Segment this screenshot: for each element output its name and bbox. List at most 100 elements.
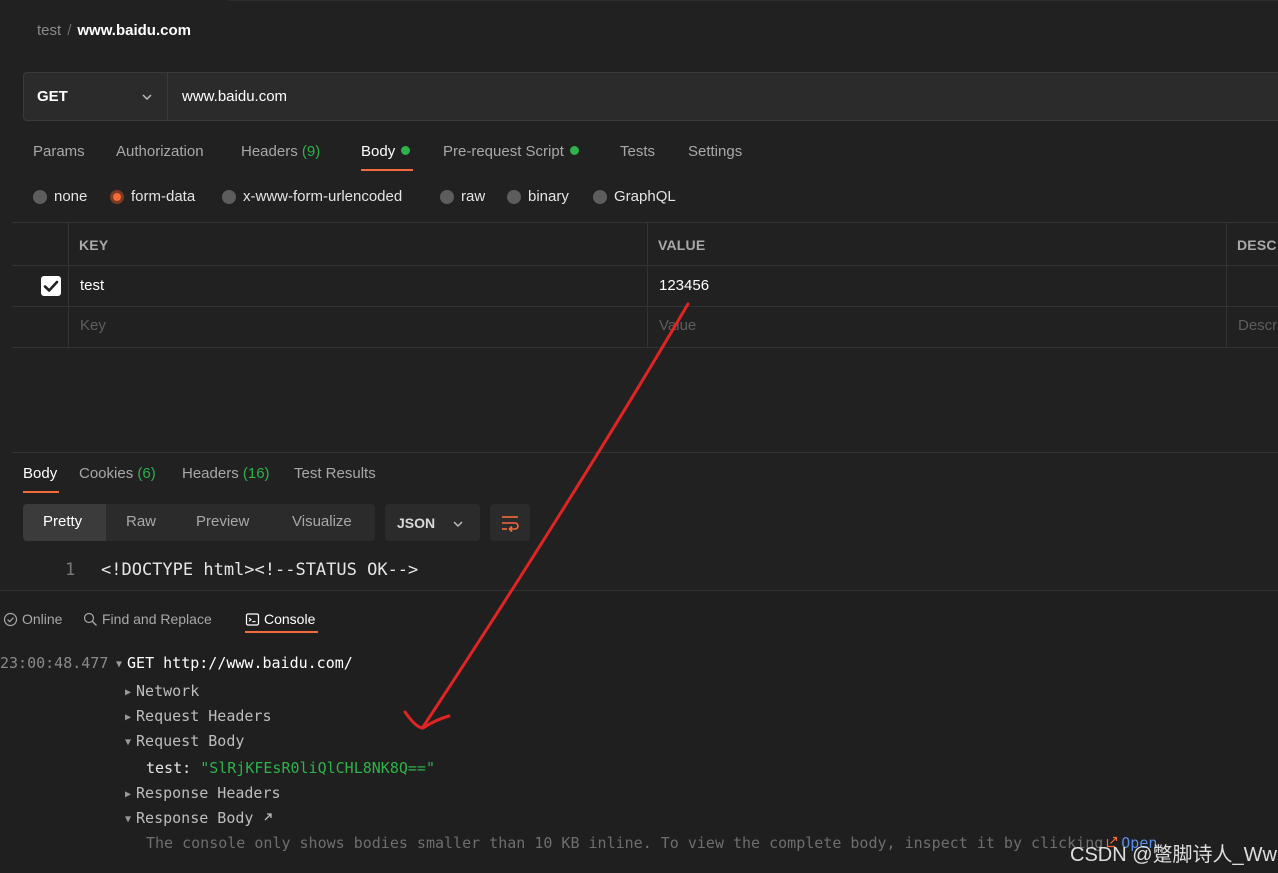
url-bar: GET <box>23 72 1278 121</box>
radio-raw[interactable]: raw <box>440 188 485 205</box>
radio-x-www-form-urlencoded[interactable]: x-www-form-urlencoded <box>222 188 402 205</box>
view-mode-group: Pretty Raw Preview Visualize <box>23 504 375 541</box>
log-section-response-body[interactable]: ▼ Response Body <box>125 809 274 827</box>
format-select[interactable]: JSON <box>385 504 480 541</box>
row-divider <box>12 265 1278 266</box>
tab-params[interactable]: Params <box>33 143 85 160</box>
view-visualize-button[interactable]: Visualize <box>292 513 352 530</box>
log-section-request-body[interactable]: ▼ Request Body <box>125 732 244 750</box>
terminal-icon <box>245 612 260 626</box>
find-and-replace-button[interactable]: Find and Replace <box>83 611 212 627</box>
log-section-network[interactable]: ▶ Network <box>125 682 199 700</box>
response-tab-body[interactable]: Body <box>23 465 57 482</box>
console-button[interactable]: Console <box>245 611 315 627</box>
radio-binary[interactable]: binary <box>507 188 569 205</box>
row-enabled-checkbox[interactable] <box>41 276 61 296</box>
response-code-line: <!DOCTYPE html><!--STATUS OK--> <box>101 560 419 580</box>
radio-label: none <box>54 188 88 205</box>
radio-circle <box>440 189 454 204</box>
breadcrumb-collection[interactable]: test <box>37 22 61 39</box>
log-request-line[interactable]: ▼ GET http://www.baidu.com/ <box>116 654 353 672</box>
new-value-input[interactable]: Value <box>659 317 696 334</box>
status-label: Console <box>264 611 316 627</box>
method-select[interactable]: GET <box>24 73 168 120</box>
row-divider <box>12 347 1278 348</box>
tab-label: Tests <box>620 143 656 160</box>
radio-none[interactable]: none <box>33 188 87 205</box>
search-icon <box>83 612 97 626</box>
radio-circle <box>222 189 236 204</box>
log-timestamp: 23:00:48.477 <box>0 654 109 672</box>
external-link-icon[interactable] <box>262 811 274 823</box>
radio-label: binary <box>528 188 569 205</box>
column-header-value: VALUE <box>658 237 706 253</box>
row-key-cell[interactable]: test <box>80 277 104 294</box>
response-tab-test-results[interactable]: Test Results <box>294 465 376 482</box>
tab-authorization[interactable]: Authorization <box>116 143 204 160</box>
radio-graphql[interactable]: GraphQL <box>593 188 676 205</box>
caret-right-icon: ▶ <box>125 789 132 800</box>
chevron-down-icon <box>453 521 463 528</box>
tab-label: Test Results <box>294 465 376 482</box>
log-body-entry: test: "SlRjKFEsR0liQlCHL8NK8Q==" <box>146 759 435 777</box>
status-label: Find and Replace <box>102 611 212 627</box>
response-tab-cookies[interactable]: Cookies (6) <box>79 465 156 482</box>
log-section-label: Request Headers <box>136 707 272 725</box>
tab-headers[interactable]: Headers (9) <box>241 143 320 160</box>
tab-pre-request-script[interactable]: Pre-request Script <box>443 143 579 160</box>
log-section-label: Response Body <box>136 809 254 827</box>
tab-settings[interactable]: Settings <box>688 143 742 160</box>
tab-label: Body <box>23 465 58 482</box>
format-label: JSON <box>397 515 436 531</box>
caret-right-icon: ▶ <box>125 712 132 723</box>
column-header-description: DESC <box>1237 237 1277 253</box>
tab-label: Pre-request Script <box>443 143 564 160</box>
tab-tests[interactable]: Tests <box>620 143 655 160</box>
online-status[interactable]: Online <box>3 611 62 627</box>
log-section-request-headers[interactable]: ▶ Request Headers <box>125 707 272 725</box>
new-key-input[interactable]: Key <box>80 317 106 334</box>
log-body-key: test: <box>146 759 192 777</box>
breadcrumb-request[interactable]: www.baidu.com <box>77 22 191 39</box>
log-request-text: GET http://www.baidu.com/ <box>127 654 353 672</box>
row-value-cell[interactable]: 123456 <box>659 277 709 294</box>
response-divider <box>12 452 1278 453</box>
tab-count: (6) <box>137 465 156 482</box>
check-circle-icon <box>3 612 18 626</box>
console-panel: Online Find and Replace Console 23:00:48… <box>0 590 1278 873</box>
breadcrumb-separator: / <box>67 22 72 39</box>
log-body-value: "SlRjKFEsR0liQlCHL8NK8Q==" <box>200 759 435 777</box>
log-section-label: Network <box>136 682 200 700</box>
tab-label: Body <box>361 143 396 160</box>
radio-circle-selected <box>110 189 124 204</box>
radio-label: x-www-form-urlencoded <box>243 188 403 205</box>
view-raw-button[interactable]: Raw <box>126 513 156 530</box>
wrap-lines-button[interactable] <box>490 504 530 541</box>
view-preview-button[interactable]: Preview <box>196 513 249 530</box>
watermark: CSDN @蹩脚诗人_Ww <box>1070 844 1277 866</box>
tab-label: Cookies <box>79 465 134 482</box>
caret-down-icon: ▼ <box>125 737 132 748</box>
chevron-down-icon <box>142 94 152 101</box>
status-label: Online <box>22 611 63 627</box>
url-input[interactable] <box>182 88 1182 105</box>
caret-down-icon: ▼ <box>125 814 132 825</box>
tab-body[interactable]: Body <box>361 143 411 160</box>
tab-label: Settings <box>688 143 743 160</box>
response-tab-headers[interactable]: Headers (16) <box>182 465 270 482</box>
column-divider <box>68 223 69 348</box>
log-size-note: The console only shows bodies smaller th… <box>146 834 1157 852</box>
top-divider <box>228 0 1278 1</box>
log-section-response-headers[interactable]: ▶ Response Headers <box>125 784 281 802</box>
radio-label: raw <box>461 188 486 205</box>
view-pretty-button[interactable]: Pretty <box>43 513 82 530</box>
radio-label: form-data <box>131 188 196 205</box>
line-number: 1 <box>65 560 76 580</box>
new-description-input[interactable]: Descr <box>1238 317 1277 334</box>
note-text: The console only shows bodies smaller th… <box>146 834 1104 852</box>
radio-form-data[interactable]: form-data <box>110 188 195 205</box>
top-bar <box>0 0 1278 62</box>
method-label: GET <box>37 88 68 105</box>
caret-right-icon: ▶ <box>125 687 132 698</box>
tab-label: Headers <box>182 465 239 482</box>
